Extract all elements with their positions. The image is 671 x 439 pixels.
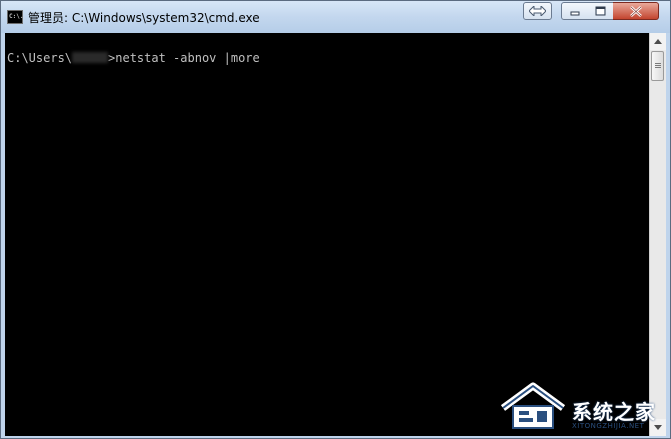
cmd-app-icon[interactable]: C:\. — [7, 10, 23, 24]
double-arrow-icon — [529, 6, 546, 16]
arrow-up-icon — [654, 39, 662, 44]
grip-line — [655, 63, 661, 64]
scroll-thumb[interactable] — [651, 51, 664, 81]
arrow-down-icon — [654, 425, 662, 430]
minimize-icon — [570, 11, 579, 16]
redacted-username — [72, 52, 109, 63]
command-line: C:\Users\ >netstat -abnov |more — [7, 51, 260, 65]
grip-line — [655, 67, 661, 68]
vertical-scrollbar[interactable] — [649, 33, 666, 436]
scroll-down-button[interactable] — [650, 419, 666, 436]
command-text: >netstat -abnov |more — [108, 51, 260, 65]
window-title: 管理员: C:\Windows\system32\cmd.exe — [28, 11, 260, 25]
maximize-icon — [595, 6, 605, 16]
exchange-button[interactable] — [523, 2, 552, 20]
console-output[interactable]: C:\Users\ >netstat -abnov |more — [5, 33, 649, 436]
prompt-path: C:\Users\ — [7, 51, 73, 65]
scroll-up-button[interactable] — [650, 33, 666, 50]
grip-line — [655, 65, 661, 66]
close-icon — [629, 5, 642, 17]
maximize-button[interactable] — [587, 2, 614, 20]
cmd-window: C:\. 管理员: C:\Windows\system32\cmd.exe C:… — [0, 0, 671, 439]
title-bar[interactable]: C:\. 管理员: C:\Windows\system32\cmd.exe — [1, 1, 670, 33]
minimize-button[interactable] — [561, 2, 588, 20]
close-button[interactable] — [613, 2, 659, 20]
